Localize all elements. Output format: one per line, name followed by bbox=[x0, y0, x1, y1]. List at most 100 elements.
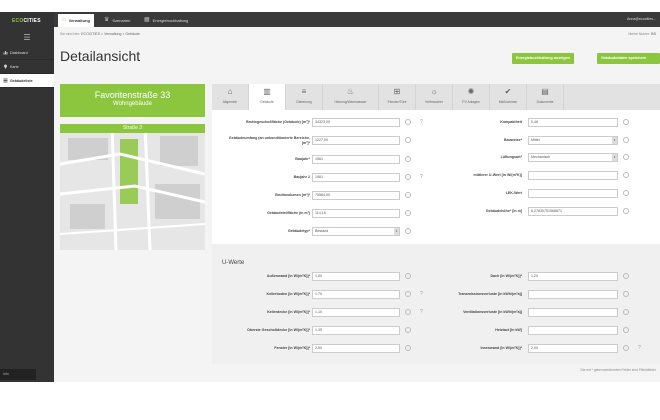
help-icon[interactable] bbox=[405, 119, 411, 125]
chevron-down-icon: ▾ bbox=[612, 154, 617, 161]
sidebar-item-label: Karte bbox=[10, 64, 19, 69]
field-input[interactable]: 1,10 bbox=[312, 308, 400, 317]
page-title: Detailansicht bbox=[60, 48, 141, 64]
building-type: Wohngebäude bbox=[113, 101, 152, 107]
help-icon[interactable] bbox=[405, 228, 411, 234]
field-input[interactable]: 75584,00 bbox=[312, 191, 400, 200]
section-tab-verbraucher[interactable]: ☼ Verbraucher bbox=[416, 84, 453, 110]
field-label: Baujahr 2 bbox=[293, 175, 310, 179]
section-tab-label: Dämmung bbox=[296, 100, 312, 104]
field-label: Kellerboden [in W/(m²K)]* bbox=[266, 292, 310, 296]
help-icon[interactable] bbox=[405, 192, 411, 198]
field-input[interactable]: 1,00 bbox=[312, 272, 400, 281]
question-icon[interactable]: ? bbox=[420, 119, 423, 125]
list-icon bbox=[3, 78, 8, 83]
help-icon[interactable] bbox=[623, 291, 629, 297]
map-pin-icon bbox=[4, 64, 7, 69]
section-tab-allgemein[interactable]: ⌂ Allgemein bbox=[212, 84, 249, 110]
field-input[interactable] bbox=[528, 189, 618, 198]
tab-szenarien[interactable]: ♛ Szenarien bbox=[100, 14, 134, 27]
building-type-select[interactable]: Bestand ▾ bbox=[312, 227, 400, 236]
map-canvas[interactable] bbox=[60, 124, 205, 250]
question-icon[interactable]: ? bbox=[420, 174, 423, 180]
section-tab-massnahmen[interactable]: ✔ Maßnahmen bbox=[490, 84, 527, 110]
help-icon[interactable] bbox=[405, 174, 411, 180]
help-icon[interactable] bbox=[405, 210, 411, 216]
help-icon[interactable] bbox=[623, 137, 629, 143]
tab-energiebuchhaltung[interactable]: ▦ Energiebuchhaltung bbox=[140, 14, 192, 27]
question-icon[interactable]: ? bbox=[638, 345, 641, 351]
section-tab-label: Maßnahmen bbox=[498, 100, 518, 104]
section-tab-pv-anlagen[interactable]: ✺ PV Anlagen bbox=[453, 84, 490, 110]
section-tabs: ⌂ Allgemein ▥ Gebäude ≡ Dämmung ♨ Heizung/Wa… bbox=[212, 84, 660, 110]
field-label: Dach [in W/(m²K)]* bbox=[490, 274, 522, 278]
select-value: Mechanisch bbox=[531, 155, 551, 159]
field-input[interactable]: 1227,00 bbox=[312, 136, 400, 145]
help-icon[interactable] bbox=[623, 345, 629, 351]
field-input[interactable] bbox=[528, 326, 618, 335]
section-tab-gebaeude[interactable]: ▥ Gebäude bbox=[249, 84, 286, 110]
section-tab-fenster[interactable]: ⊞ Fenster/Türe bbox=[379, 84, 416, 110]
help-icon[interactable] bbox=[623, 273, 629, 279]
hamburger-menu-icon[interactable]: ☰ bbox=[0, 30, 54, 46]
field-input[interactable] bbox=[528, 171, 618, 180]
section-tab-daemmung[interactable]: ≡ Dämmung bbox=[286, 84, 323, 110]
field-input[interactable] bbox=[528, 290, 618, 299]
help-icon[interactable] bbox=[623, 172, 629, 178]
field-input[interactable]: 34323,00 bbox=[312, 118, 400, 127]
help-icon[interactable] bbox=[623, 190, 629, 196]
field-label: Transmissionsverluste [in kWh/(m²a)] bbox=[458, 292, 522, 296]
account-value[interactable]: BS bbox=[651, 32, 656, 36]
ventilation-select[interactable]: Mechanisch ▾ bbox=[528, 153, 618, 162]
help-icon[interactable] bbox=[623, 208, 629, 214]
section-tab-dokumente[interactable]: ▤ Dokumente bbox=[527, 84, 564, 110]
sidebar-item-label: Dashboard bbox=[10, 50, 28, 55]
field-label: Gebäudeumfang (an unkonditionierte Berei… bbox=[228, 136, 310, 145]
sidebar-item-dashboard[interactable]: Dashboard bbox=[0, 46, 54, 60]
section-tab-heizung[interactable]: ♨ Heizung/Warmwasser bbox=[323, 84, 379, 110]
field-input[interactable]: 2,00 bbox=[528, 344, 618, 353]
help-icon[interactable] bbox=[405, 156, 411, 162]
construction-select[interactable]: Mittel ▾ bbox=[528, 136, 618, 145]
field-input[interactable]: 1961 bbox=[312, 155, 400, 164]
question-icon[interactable]: ? bbox=[420, 309, 423, 315]
field-input[interactable]: 1,20 bbox=[528, 272, 618, 281]
help-icon[interactable] bbox=[405, 345, 411, 351]
user-account[interactable]: Anna@ecocities... bbox=[627, 12, 656, 27]
field-input[interactable]: 1961 bbox=[312, 173, 400, 182]
tab-verwaltung[interactable]: ⌂ Verwaltung bbox=[58, 14, 94, 27]
field-input[interactable]: 0,46 bbox=[528, 118, 618, 127]
field-label: Baujahr* bbox=[295, 157, 310, 161]
help-icon[interactable] bbox=[405, 291, 411, 297]
section-tab-label: PV Anlagen bbox=[462, 100, 480, 104]
flame-icon: ♨ bbox=[346, 87, 355, 96]
sidebar-item-gebaeudeliste[interactable]: Gebäudeliste bbox=[0, 74, 54, 88]
field-input[interactable]: 114,16 bbox=[312, 209, 400, 218]
sidebar-item-karte[interactable]: Karte bbox=[0, 60, 54, 74]
building-header: Favoritenstraße 33 Wohngebäude bbox=[60, 84, 205, 117]
help-icon[interactable] bbox=[623, 154, 629, 160]
account-info: Meine Nutzer: BS bbox=[628, 32, 656, 36]
app-logo[interactable]: ECOCITIES bbox=[0, 12, 54, 30]
field-label: Heiztact [in kW] bbox=[495, 328, 522, 332]
field-input[interactable]: 1,70 bbox=[312, 290, 400, 299]
sidebar-info[interactable]: Info bbox=[0, 369, 36, 380]
help-icon[interactable] bbox=[405, 137, 411, 143]
help-icon[interactable] bbox=[623, 119, 629, 125]
field-input[interactable]: 2,50 bbox=[312, 344, 400, 353]
map-view[interactable]: Straße 3 bbox=[60, 124, 205, 250]
section-tab-label: Allgemein bbox=[222, 100, 238, 104]
field-input[interactable]: 6,27830751568871 bbox=[528, 207, 618, 216]
breadcrumb-path[interactable]: ECOCITIES > Verwaltung > Gebäude bbox=[81, 32, 140, 36]
help-icon[interactable] bbox=[623, 309, 629, 315]
question-icon[interactable]: ? bbox=[420, 291, 423, 297]
help-icon[interactable] bbox=[623, 327, 629, 333]
field-label: Gebäudehöhe* [in m] bbox=[485, 209, 522, 213]
help-icon[interactable] bbox=[405, 273, 411, 279]
field-input[interactable] bbox=[528, 308, 618, 317]
help-icon[interactable] bbox=[405, 309, 411, 315]
field-input[interactable]: 1,35 bbox=[312, 326, 400, 335]
energy-accounting-button[interactable]: Energiebuchhaltung anzeigen bbox=[512, 53, 575, 64]
save-building-button[interactable]: Gebäudedaten speichern bbox=[597, 53, 660, 64]
help-icon[interactable] bbox=[405, 327, 411, 333]
